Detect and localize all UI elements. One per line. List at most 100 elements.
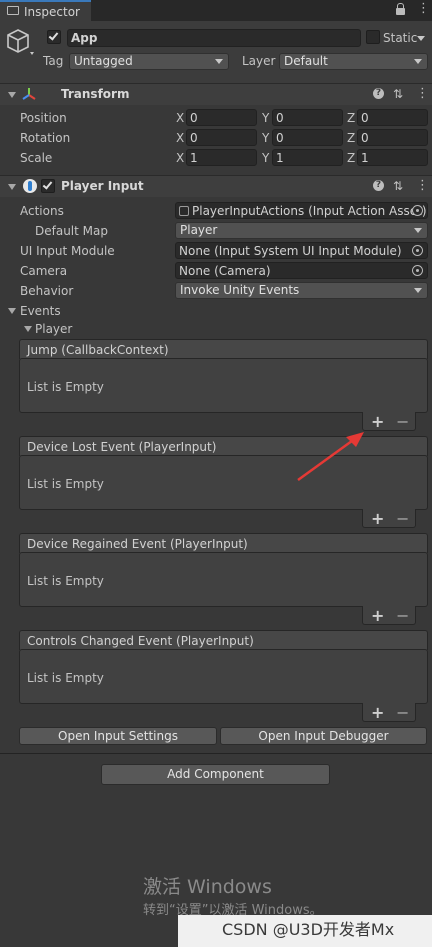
open-input-debugger-button[interactable]: Open Input Debugger bbox=[220, 727, 427, 745]
object-picker-icon[interactable] bbox=[412, 205, 423, 216]
annotation-arrow-icon bbox=[297, 432, 364, 482]
actions-field[interactable]: PlayerInputActions (Input Action Asset) bbox=[175, 202, 428, 219]
player-label[interactable]: Player bbox=[35, 322, 72, 336]
chevron-down-icon bbox=[215, 59, 223, 64]
position-label: Position bbox=[20, 111, 67, 125]
tag-dropdown[interactable]: Untagged bbox=[69, 53, 229, 70]
object-picker-icon[interactable] bbox=[412, 265, 423, 276]
scale-z-field[interactable]: 1 bbox=[357, 149, 428, 166]
remove-icon[interactable]: − bbox=[396, 509, 409, 528]
open-input-settings-button[interactable]: Open Input Settings bbox=[19, 727, 217, 745]
kebab-menu-icon[interactable]: ⋮ bbox=[416, 86, 429, 101]
actions-label: Actions bbox=[20, 204, 64, 218]
chevron-down-icon bbox=[414, 59, 422, 64]
add-icon[interactable]: + bbox=[371, 509, 384, 528]
tag-label: Tag bbox=[43, 54, 64, 68]
event-title: Device Regained Event (PlayerInput) bbox=[27, 537, 248, 551]
kebab-menu-icon[interactable]: ⋮ bbox=[417, 2, 430, 16]
foldout-arrow-icon[interactable] bbox=[8, 184, 16, 190]
events-foldout-icon[interactable] bbox=[8, 308, 16, 314]
static-label: Static bbox=[383, 31, 418, 45]
camera-field[interactable]: None (Camera) bbox=[175, 262, 428, 279]
chevron-down-icon bbox=[414, 288, 422, 293]
axis-y-label[interactable]: Y bbox=[262, 111, 269, 125]
static-dropdown-icon[interactable] bbox=[417, 36, 425, 41]
camera-value: None (Camera) bbox=[179, 264, 271, 278]
add-icon[interactable]: + bbox=[371, 412, 384, 431]
player-input-icon bbox=[23, 179, 37, 193]
default-map-value: Player bbox=[180, 223, 218, 237]
scale-x-field[interactable]: 1 bbox=[186, 149, 257, 166]
behavior-value: Invoke Unity Events bbox=[180, 283, 300, 297]
scale-label: Scale bbox=[20, 151, 53, 165]
axis-x-label[interactable]: X bbox=[176, 151, 184, 165]
event-title: Device Lost Event (PlayerInput) bbox=[27, 440, 217, 454]
event-title: Jump (CallbackContext) bbox=[27, 343, 169, 357]
preset-icon[interactable]: ⇅ bbox=[393, 87, 403, 101]
static-checkbox[interactable] bbox=[366, 30, 380, 44]
remove-icon[interactable]: − bbox=[396, 703, 409, 722]
rotation-y-field[interactable]: 0 bbox=[272, 129, 343, 146]
object-picker-icon[interactable] bbox=[412, 245, 423, 256]
list-empty-text: List is Empty bbox=[27, 477, 104, 491]
inspector-tab[interactable]: Inspector bbox=[0, 0, 91, 21]
events-label[interactable]: Events bbox=[20, 304, 61, 318]
player-input-title: Player Input bbox=[61, 179, 144, 193]
ui-input-module-field[interactable]: None (Input System UI Input Module) bbox=[175, 242, 428, 259]
tab-bar: Inspector ⋮ bbox=[0, 0, 432, 21]
default-map-dropdown[interactable]: Player bbox=[175, 222, 428, 239]
behavior-label: Behavior bbox=[20, 284, 74, 298]
tag-value: Untagged bbox=[74, 54, 133, 68]
axis-y-label[interactable]: Y bbox=[262, 151, 269, 165]
rotation-z-field[interactable]: 0 bbox=[357, 129, 428, 146]
csdn-credit: CSDN @U3D开发者Mx bbox=[222, 920, 395, 939]
layer-label: Layer bbox=[242, 54, 276, 68]
player-input-enabled-checkbox[interactable] bbox=[41, 179, 55, 193]
foldout-arrow-icon[interactable] bbox=[8, 92, 16, 98]
list-empty-text: List is Empty bbox=[27, 574, 104, 588]
behavior-dropdown[interactable]: Invoke Unity Events bbox=[175, 282, 428, 299]
add-icon[interactable]: + bbox=[371, 606, 384, 625]
rotation-x-field[interactable]: 0 bbox=[186, 129, 257, 146]
transform-icon bbox=[22, 88, 36, 100]
gameobject-cube-icon[interactable] bbox=[7, 28, 35, 56]
position-x-field[interactable]: 0 bbox=[186, 109, 257, 126]
help-icon[interactable]: ? bbox=[373, 180, 384, 191]
list-empty-text: List is Empty bbox=[27, 671, 104, 685]
help-icon[interactable]: ? bbox=[373, 88, 384, 99]
axis-y-label[interactable]: Y bbox=[262, 131, 269, 145]
transform-title: Transform bbox=[61, 87, 130, 101]
position-y-field[interactable]: 0 bbox=[272, 109, 343, 126]
add-icon[interactable]: + bbox=[371, 703, 384, 722]
add-component-button[interactable]: Add Component bbox=[101, 764, 330, 785]
ui-input-module-value: None (Input System UI Input Module) bbox=[179, 244, 402, 258]
chevron-down-icon bbox=[414, 228, 422, 233]
divider bbox=[0, 753, 432, 754]
kebab-menu-icon[interactable]: ⋮ bbox=[416, 178, 429, 193]
ui-input-module-label: UI Input Module bbox=[20, 244, 115, 258]
activation-watermark-title: 激活 Windows bbox=[143, 876, 272, 898]
player-input-header[interactable]: Player Input ? ⇅ ⋮ bbox=[0, 175, 432, 197]
axis-z-label[interactable]: Z bbox=[347, 131, 355, 145]
actions-value: PlayerInputActions (Input Action Asset) bbox=[192, 204, 427, 218]
remove-icon[interactable]: − bbox=[396, 412, 409, 431]
inspector-icon bbox=[7, 6, 19, 15]
axis-z-label[interactable]: Z bbox=[347, 111, 355, 125]
input-asset-icon bbox=[179, 206, 189, 216]
lock-icon[interactable] bbox=[396, 3, 406, 15]
axis-x-label[interactable]: X bbox=[176, 111, 184, 125]
tab-title: Inspector bbox=[24, 5, 80, 19]
scale-y-field[interactable]: 1 bbox=[272, 149, 343, 166]
transform-header[interactable]: Transform ? ⇅ ⋮ bbox=[0, 83, 432, 105]
event-title: Controls Changed Event (PlayerInput) bbox=[27, 634, 254, 648]
active-checkbox[interactable] bbox=[47, 30, 61, 44]
default-map-label: Default Map bbox=[35, 224, 108, 238]
player-foldout-icon[interactable] bbox=[24, 326, 32, 332]
axis-z-label[interactable]: Z bbox=[347, 151, 355, 165]
axis-x-label[interactable]: X bbox=[176, 131, 184, 145]
preset-icon[interactable]: ⇅ bbox=[393, 179, 403, 193]
position-z-field[interactable]: 0 bbox=[357, 109, 428, 126]
layer-dropdown[interactable]: Default bbox=[279, 53, 428, 70]
object-name-field[interactable]: App bbox=[67, 29, 361, 47]
remove-icon[interactable]: − bbox=[396, 606, 409, 625]
